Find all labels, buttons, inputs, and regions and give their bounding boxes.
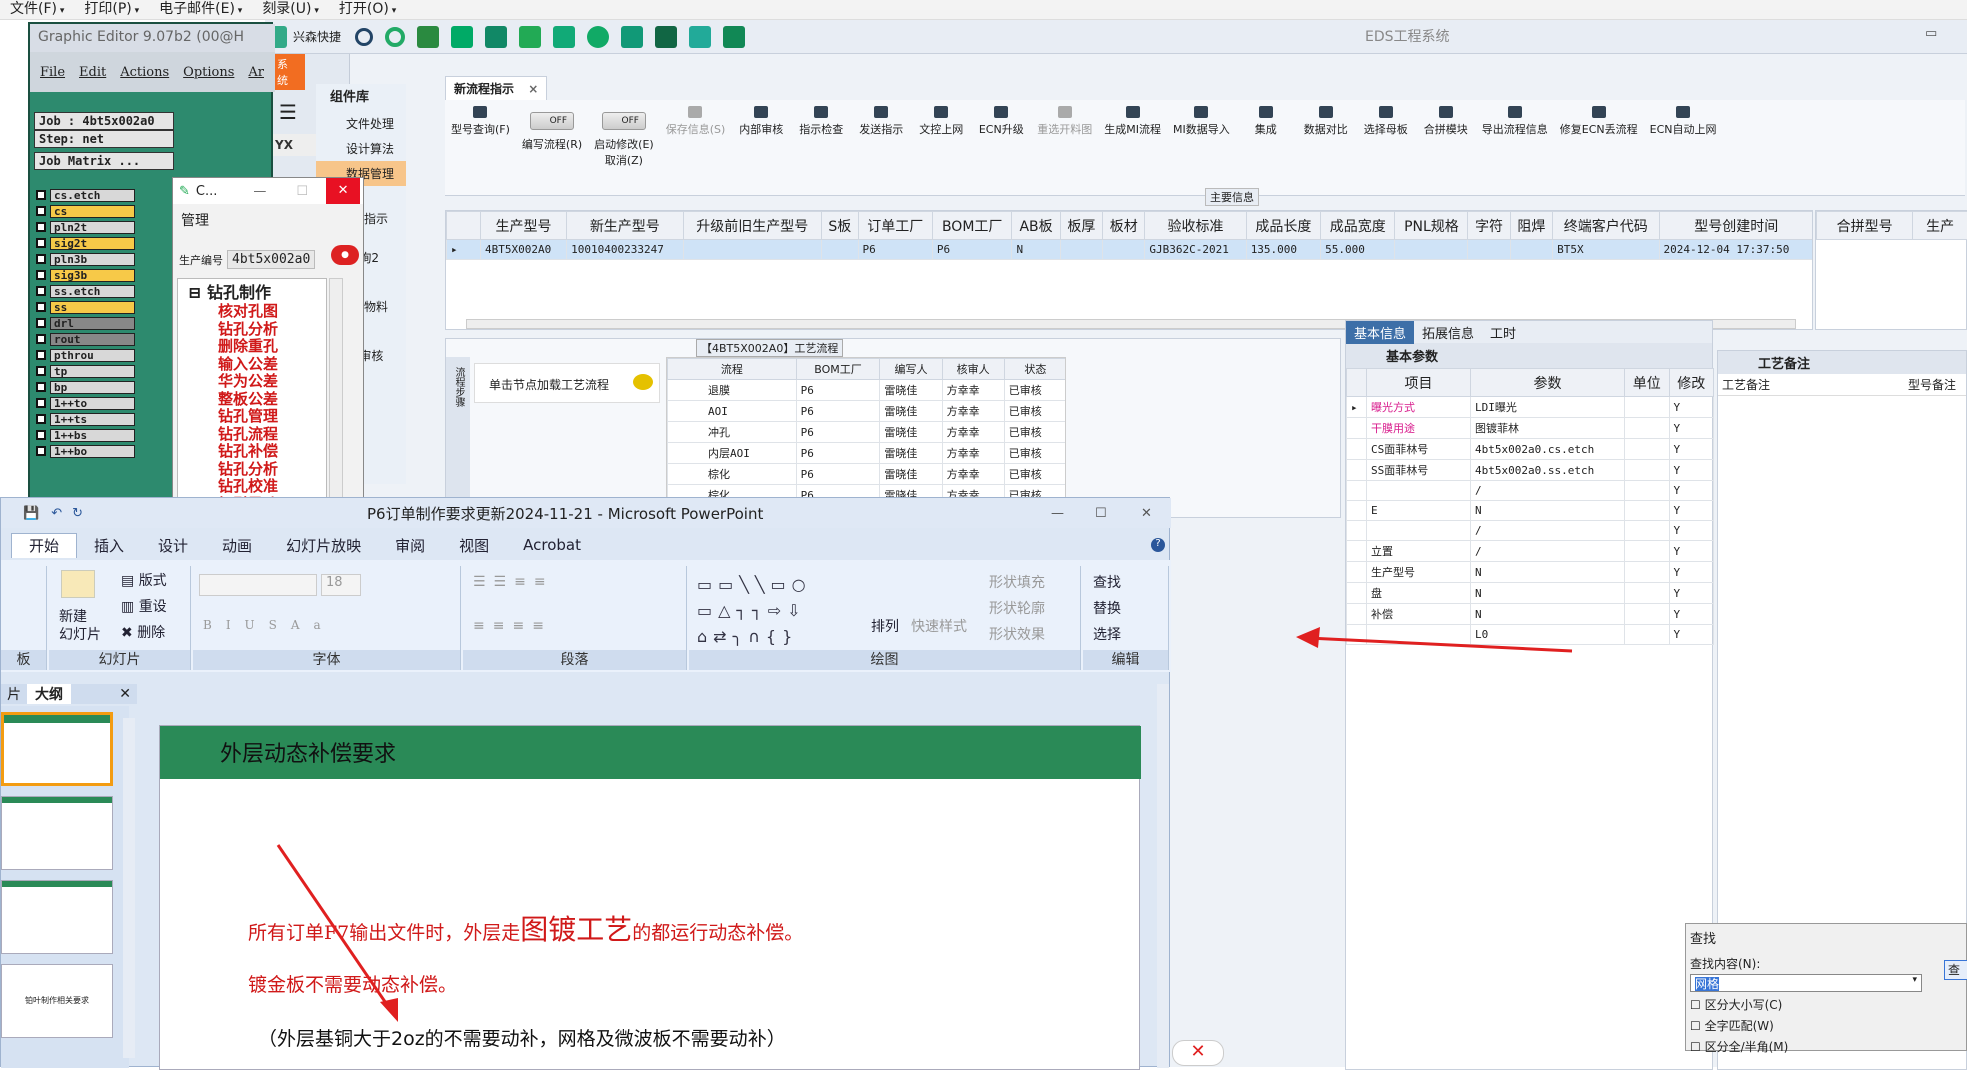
annotation-overlay — [276, 627, 1573, 1022]
red-arrow — [276, 844, 394, 1013]
arrowhead — [1296, 627, 1320, 648]
arrowhead — [380, 998, 398, 1022]
red-arrow — [1307, 636, 1573, 653]
